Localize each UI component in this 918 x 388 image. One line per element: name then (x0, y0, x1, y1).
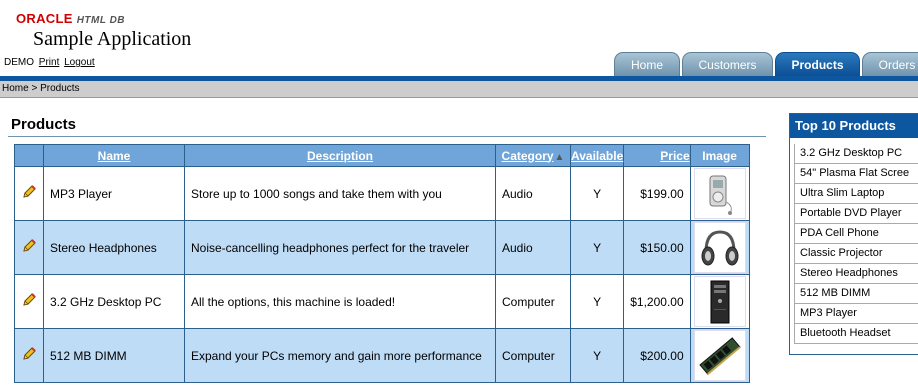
edit-column-header (14, 144, 44, 167)
product-price: $200.00 (623, 328, 691, 383)
list-item[interactable]: 3.2 GHz Desktop PC (794, 144, 918, 164)
edit-pencil-icon[interactable] (21, 238, 37, 254)
product-price: $1,200.00 (623, 274, 691, 329)
breadcrumb-bar: Home > Products (0, 81, 918, 98)
product-name: 512 MB DIMM (43, 328, 185, 383)
product-category: Computer (495, 328, 571, 383)
username: DEMO (4, 57, 34, 68)
name-sort-link[interactable]: Name (98, 149, 131, 163)
edit-cell[interactable] (14, 274, 44, 329)
app-logo: ORACLE HTML DB Sample Application (16, 10, 191, 50)
description-sort-link[interactable]: Description (307, 149, 373, 163)
product-price: $199.00 (623, 166, 691, 221)
category-column-header[interactable]: Category▲ (495, 144, 571, 167)
product-price: $150.00 (623, 220, 691, 275)
product-image-cell (689, 328, 750, 383)
edit-cell[interactable] (14, 220, 44, 275)
product-image-cell (689, 274, 750, 329)
product-logo-text: HTML DB (76, 15, 126, 26)
product-available: Y (569, 274, 625, 329)
list-item[interactable]: PDA Cell Phone (794, 224, 918, 244)
price-column-header[interactable]: Price (623, 144, 691, 167)
product-image-cell (689, 220, 750, 275)
edit-pencil-icon[interactable] (21, 292, 37, 308)
available-sort-link[interactable]: Available (571, 149, 623, 163)
product-description: Expand your PCs memory and gain more per… (184, 328, 496, 383)
top10-region: Top 10 Products 3.2 GHz Desktop PC 54" P… (789, 113, 918, 355)
breadcrumb: Home > Products (2, 83, 80, 94)
available-column-header[interactable]: Available (569, 144, 625, 167)
list-item[interactable]: Stereo Headphones (794, 264, 918, 284)
product-category: Audio (495, 220, 571, 275)
list-item[interactable]: 54" Plasma Flat Scree (794, 164, 918, 184)
edit-cell[interactable] (14, 166, 44, 221)
product-description: All the options, this machine is loaded! (184, 274, 496, 329)
product-image-cell (689, 166, 750, 221)
user-links: DEMO Print Logout (4, 57, 95, 68)
table-row: 3.2 GHz Desktop PC All the options, this… (14, 274, 750, 329)
list-item[interactable]: Ultra Slim Laptop (794, 184, 918, 204)
product-available: Y (569, 220, 625, 275)
product-available: Y (569, 166, 625, 221)
top10-list: 3.2 GHz Desktop PC 54" Plasma Flat Scree… (794, 144, 918, 344)
product-description: Store up to 1000 songs and take them wit… (184, 166, 496, 221)
edit-cell[interactable] (14, 328, 44, 383)
logout-link[interactable]: Logout (64, 57, 95, 68)
oracle-logo-text: ORACLE (16, 11, 73, 26)
product-description: Noise-cancelling headphones perfect for … (184, 220, 496, 275)
product-name: MP3 Player (43, 166, 185, 221)
product-category: Computer (495, 274, 571, 329)
product-name: 3.2 GHz Desktop PC (43, 274, 185, 329)
tab-products[interactable]: Products (775, 52, 860, 76)
products-report: Name Description Category▲ Available Pri… (14, 144, 750, 383)
top10-title: Top 10 Products (790, 114, 918, 138)
image-column-header: Image (689, 144, 750, 167)
list-item[interactable]: MP3 Player (794, 304, 918, 324)
product-available: Y (569, 328, 625, 383)
list-item[interactable]: 512 MB DIMM (794, 284, 918, 304)
region-divider (8, 136, 766, 137)
name-column-header[interactable]: Name (43, 144, 185, 167)
list-item[interactable]: Bluetooth Headset (794, 324, 918, 344)
sort-ascending-icon: ▲ (554, 151, 565, 163)
edit-pencil-icon[interactable] (21, 184, 37, 200)
list-item[interactable]: Portable DVD Player (794, 204, 918, 224)
print-link[interactable]: Print (39, 57, 60, 68)
tab-customers[interactable]: Customers (682, 52, 773, 76)
report-header-row: Name Description Category▲ Available Pri… (14, 144, 750, 167)
price-sort-link[interactable]: Price (660, 149, 689, 163)
category-sort-link[interactable]: Category (502, 149, 554, 163)
tab-orders[interactable]: Orders (862, 52, 918, 76)
description-column-header[interactable]: Description (184, 144, 496, 167)
product-category: Audio (495, 166, 571, 221)
tab-home[interactable]: Home (614, 52, 680, 76)
desktop-pc-image (693, 276, 746, 327)
table-row: 512 MB DIMM Expand your PCs memory and g… (14, 328, 750, 383)
edit-pencil-icon[interactable] (21, 346, 37, 362)
app-name: Sample Application (33, 28, 192, 50)
headphones-image (693, 222, 746, 273)
region-title: Products (11, 116, 77, 133)
memory-module-image (693, 330, 746, 381)
table-row: MP3 Player Store up to 1000 songs and ta… (14, 166, 750, 221)
mp3-player-image (693, 168, 746, 219)
list-item[interactable]: Classic Projector (794, 244, 918, 264)
table-row: Stereo Headphones Noise-cancelling headp… (14, 220, 750, 275)
product-name: Stereo Headphones (43, 220, 185, 275)
